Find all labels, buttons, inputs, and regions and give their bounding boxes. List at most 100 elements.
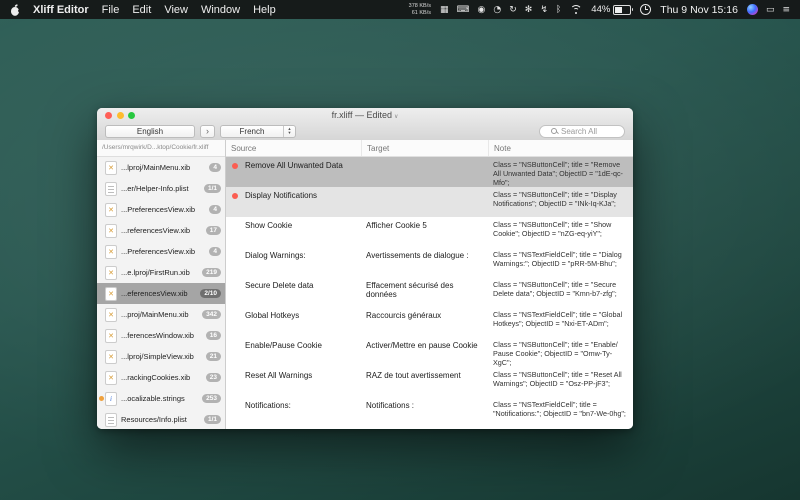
stats-icon[interactable]: ▦ xyxy=(440,5,449,15)
table-row[interactable]: Show CookieAfficher Cookie 5Class = "NSB… xyxy=(226,217,633,247)
note-text: Class = "NSButtonCell"; title = "Remove … xyxy=(488,157,633,187)
battery-indicator[interactable]: 44% xyxy=(591,4,631,15)
source-language-button[interactable]: English xyxy=(105,125,195,138)
menu-help[interactable]: Help xyxy=(253,4,276,16)
plist-file-icon xyxy=(105,413,117,427)
toolbar: English › French ▲▼ xyxy=(97,122,633,140)
user-icon[interactable]: ◉ xyxy=(478,5,486,15)
note-text: Class = "NSTextFieldCell"; title = "Noti… xyxy=(488,397,633,419)
target-language-popup[interactable]: French ▲▼ xyxy=(220,125,296,138)
target-cell[interactable]: RAZ de tout avertissement xyxy=(361,367,488,380)
table-row[interactable]: Notifications: Notifications :Class = "NS… xyxy=(226,397,633,427)
status-icons-right: ▭≡ xyxy=(747,4,790,15)
dot-spacer xyxy=(232,221,241,230)
table-row[interactable]: Secure Delete dataEffacement sécurisé de… xyxy=(226,277,633,307)
strings-file-icon: i xyxy=(105,392,117,406)
target-cell[interactable] xyxy=(361,187,488,191)
table-row[interactable]: Global HotkeysRaccourcis générauxClass =… xyxy=(226,307,633,337)
search-input[interactable] xyxy=(561,127,613,136)
menu-edit[interactable]: Edit xyxy=(132,4,151,16)
source-cell: Show Cookie xyxy=(226,217,361,230)
settings-icon[interactable]: ✻ xyxy=(525,5,533,15)
target-cell[interactable] xyxy=(361,157,488,161)
keyboard-icon[interactable]: ⌨ xyxy=(457,5,470,15)
xib-file-icon: ✕ xyxy=(105,329,117,343)
file-name: ...lproj/SimpleView.xib xyxy=(121,352,202,361)
table-row[interactable]: Display NotificationsClass = "NSButtonCe… xyxy=(226,187,633,217)
menu-file[interactable]: File xyxy=(102,4,120,16)
target-cell[interactable]: Notifications : xyxy=(361,397,488,410)
net-down-text: 61 KB/s xyxy=(412,10,431,17)
xib-file-icon: ✕ xyxy=(105,350,117,364)
source-text: Dialog Warnings: xyxy=(245,251,306,260)
file-count-badge: 219 xyxy=(202,268,221,277)
table-row[interactable]: Remove All Unwanted DataClass = "NSButto… xyxy=(226,157,633,187)
forward-button[interactable]: › xyxy=(200,125,215,138)
app-menu-title[interactable]: Xliff Editor xyxy=(33,4,89,16)
file-list-item[interactable]: ✕...PreferencesView.xib4 xyxy=(97,241,225,262)
power-icon[interactable]: ↯ xyxy=(540,5,548,15)
timer-icon[interactable]: ◔ xyxy=(493,5,501,15)
bluetooth-icon[interactable]: ᛒ xyxy=(556,5,561,15)
clock-icon[interactable] xyxy=(640,4,651,15)
file-list-item[interactable]: ✕...lproj/MainMenu.xib4 xyxy=(97,157,225,178)
file-list-item[interactable]: ...er/Helper-Info.plist1/1 xyxy=(97,178,225,199)
target-cell[interactable]: Activer/Mettre en pause Cookie xyxy=(361,337,488,350)
file-list-item[interactable]: ✕...ferencesWindow.xib16 xyxy=(97,325,225,346)
file-list-item[interactable]: ✕...eferencesView.xib2/10 xyxy=(97,283,225,304)
window-titlebar[interactable]: fr.xliff — Edited∨ English › French ▲▼ xyxy=(97,108,633,141)
wifi-icon[interactable] xyxy=(570,5,582,14)
xliff-editor-window: fr.xliff — Edited∨ English › French ▲▼ /… xyxy=(97,108,633,429)
table-row[interactable]: Enable/Pause CookieActiver/Mettre en pau… xyxy=(226,337,633,367)
apple-menu-icon[interactable] xyxy=(10,4,20,16)
note-text: Class = "NSTextFieldCell"; title = "Dial… xyxy=(488,247,633,269)
search-field[interactable] xyxy=(539,125,625,138)
table-row[interactable]: Reset All Warnings RAZ de tout avertissem… xyxy=(226,367,633,397)
target-cell[interactable]: Effacement sécurisé des données xyxy=(361,277,488,299)
target-cell[interactable]: Afficher Cookie 5 xyxy=(361,217,488,230)
menu-items-container: File Edit View Window Help xyxy=(102,4,276,16)
menu-view[interactable]: View xyxy=(164,4,188,16)
table-row[interactable]: Dialog Warnings: Avertissements de dialog… xyxy=(226,247,633,277)
file-list-item[interactable]: ✕...proj/MainMenu.xib342 xyxy=(97,304,225,325)
file-count-badge: 4 xyxy=(209,163,221,172)
file-name: ...proj/MainMenu.xib xyxy=(121,310,198,319)
source-text: Notifications: xyxy=(245,401,291,410)
target-cell[interactable]: Raccourcis généraux xyxy=(361,307,488,320)
file-list-item[interactable]: ✕...PreferencesView.xib4 xyxy=(97,199,225,220)
file-list-item[interactable]: ✕...e.lproj/FirstRun.xib219 xyxy=(97,262,225,283)
column-header-note[interactable]: Note xyxy=(488,140,633,156)
file-name: ...ocalizable.strings xyxy=(121,394,198,403)
untranslated-dot xyxy=(232,191,241,200)
xib-file-icon: ✕ xyxy=(105,161,117,175)
minimize-button[interactable] xyxy=(117,112,124,119)
file-list-item[interactable]: i...ocalizable.strings253 xyxy=(97,388,225,409)
sync-icon[interactable]: ↻ xyxy=(509,5,517,15)
display-icon[interactable]: ▭ xyxy=(766,5,775,15)
siri-icon[interactable] xyxy=(747,4,758,15)
proxy-chevron-icon[interactable]: ∨ xyxy=(394,114,398,120)
table-body: Remove All Unwanted DataClass = "NSButto… xyxy=(226,157,633,429)
menubar-clock[interactable]: Thu 9 Nov 15:16 xyxy=(660,4,738,16)
source-text: Reset All Warnings xyxy=(245,371,312,380)
column-header-source[interactable]: Source xyxy=(226,140,361,156)
window-controls xyxy=(105,112,135,119)
column-header-target[interactable]: Target xyxy=(361,140,488,156)
notification-center-icon[interactable]: ≡ xyxy=(782,5,790,15)
file-list-item[interactable]: ✕...rackingCookies.xib23 xyxy=(97,367,225,388)
source-text: Display Notifications xyxy=(245,191,317,200)
file-list-item[interactable]: ✕...lproj/SimpleView.xib21 xyxy=(97,346,225,367)
target-cell[interactable]: Avertissements de dialogue : xyxy=(361,247,488,260)
dot-spacer xyxy=(232,311,241,320)
close-button[interactable] xyxy=(105,112,112,119)
battery-percent-text: 44% xyxy=(591,4,610,15)
menu-window[interactable]: Window xyxy=(201,4,240,16)
file-count-badge: 1/1 xyxy=(204,415,221,424)
xib-file-icon: ✕ xyxy=(105,245,117,259)
battery-icon xyxy=(613,5,631,15)
target-language-label: French xyxy=(221,127,283,136)
file-list-item[interactable]: Resources/Info.plist1/1 xyxy=(97,409,225,429)
zoom-button[interactable] xyxy=(128,112,135,119)
network-speed-indicator[interactable]: 378 KB/s 61 KB/s xyxy=(409,3,431,16)
file-list-item[interactable]: ✕...referencesView.xib17 xyxy=(97,220,225,241)
